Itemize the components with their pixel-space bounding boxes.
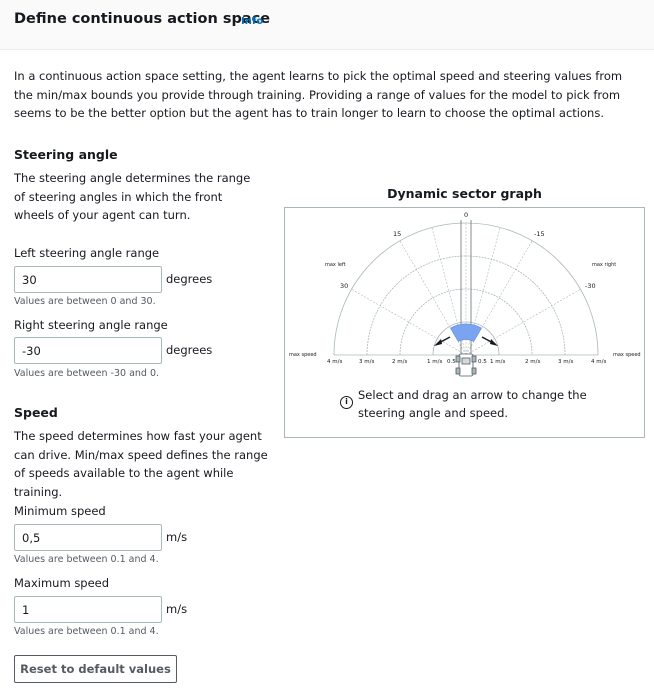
speed-tick: 4 m/s <box>327 359 342 365</box>
speed-tick: 4 m/s <box>591 359 606 365</box>
speed-tick: 3 m/s <box>359 359 374 365</box>
min-speed-hint: Values are between 0.1 and 4. <box>14 554 159 565</box>
right-steering-hint: Values are between -30 and 0. <box>14 368 160 379</box>
graph-title: Dynamic sector graph <box>387 186 542 201</box>
speed-section-title: Speed <box>14 405 58 420</box>
graph-instruction-text: Select and drag an arrow to change the s… <box>358 388 587 420</box>
speed-tick: 2 m/s <box>525 359 540 365</box>
min-speed-label: Minimum speed <box>14 504 106 518</box>
info-icon: i <box>340 396 353 409</box>
steering-description: The steering angle determines the range … <box>14 171 251 222</box>
speed-tick: 3 m/s <box>558 359 573 365</box>
left-steering-hint: Values are between 0 and 30. <box>14 296 156 307</box>
label-left-value: 30 <box>340 282 348 290</box>
left-steering-label: Left steering angle range <box>14 246 160 260</box>
steering-section-title: Steering angle <box>14 147 118 162</box>
speed-description: The speed determines how fast your agent… <box>14 429 268 499</box>
speed-tick: 2 m/s <box>392 359 407 365</box>
label-max-right: max right <box>592 262 616 268</box>
label-angle-0: 0 <box>464 211 468 219</box>
label-angle-15: 15 <box>393 230 401 238</box>
speed-tick: 1 m/s <box>427 359 442 365</box>
page-header: Define continuous action space Info <box>0 0 654 50</box>
reset-default-button[interactable]: Reset to default values <box>14 655 177 683</box>
label-max-speed-left: max speed <box>289 352 317 358</box>
min-speed-unit: m/s <box>166 530 188 544</box>
right-steering-label: Right steering angle range <box>14 318 168 332</box>
label-max-speed-right: max speed <box>613 352 641 358</box>
car-icon <box>455 353 477 377</box>
max-speed-label: Maximum speed <box>14 576 110 590</box>
label-angle-minus15: -15 <box>534 230 545 238</box>
left-steering-unit: degrees <box>166 272 213 286</box>
page-title: Define continuous action space <box>14 11 271 27</box>
intro-text: In a continuous action space setting, th… <box>14 69 623 120</box>
label-right-value: -30 <box>585 282 596 290</box>
label-max-left: max left <box>325 262 346 268</box>
speed-tick: 0.5 <box>478 359 487 365</box>
right-steering-input[interactable] <box>14 337 162 364</box>
right-steering-unit: degrees <box>166 343 213 357</box>
speed-tick: 0.5 <box>447 359 456 365</box>
min-speed-input[interactable] <box>14 524 162 551</box>
speed-tick: 1 m/s <box>490 359 505 365</box>
left-steering-input[interactable] <box>14 266 162 293</box>
max-speed-unit: m/s <box>166 602 188 616</box>
max-speed-hint: Values are between 0.1 and 4. <box>14 626 159 637</box>
max-speed-input[interactable] <box>14 596 162 623</box>
info-link[interactable]: Info <box>241 16 263 27</box>
